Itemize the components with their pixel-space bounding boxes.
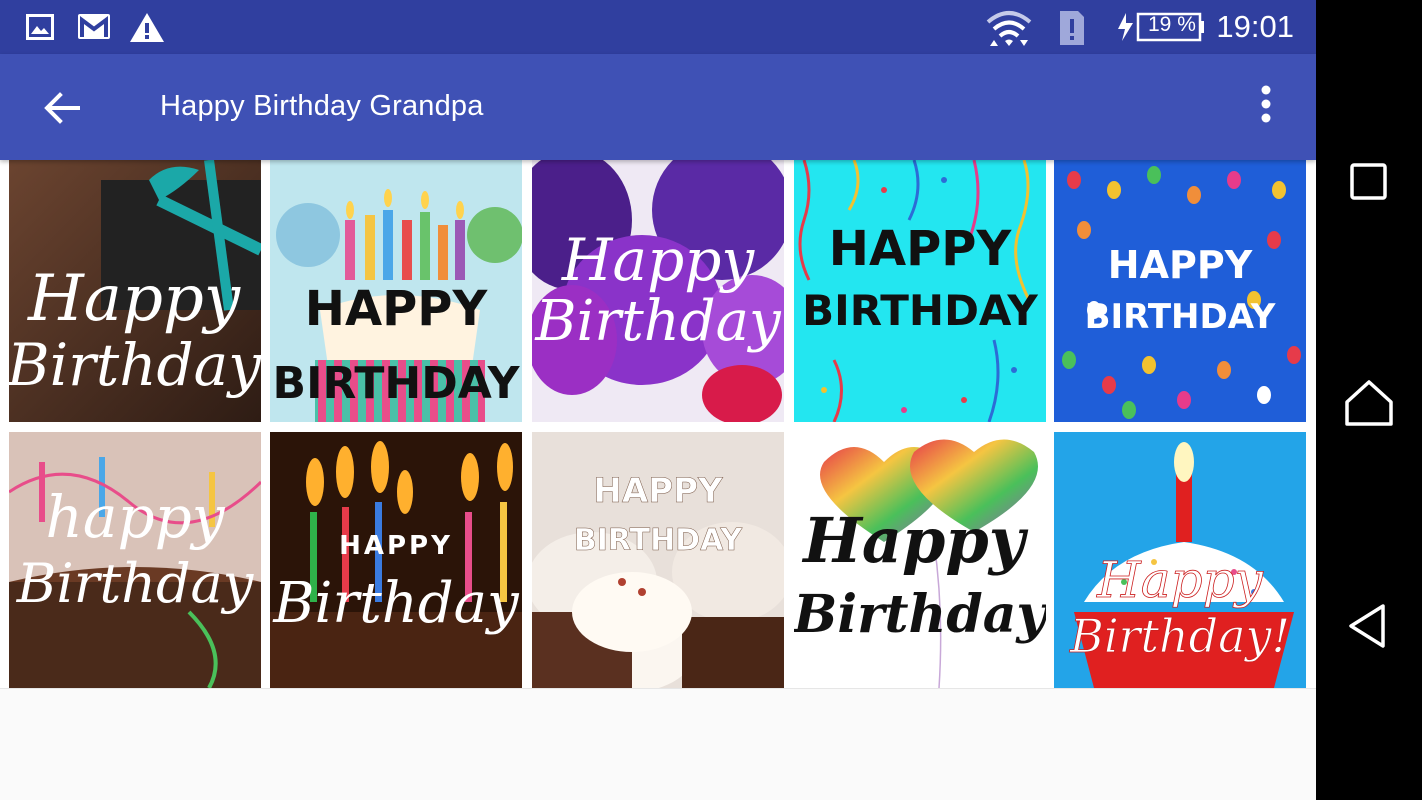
card-text-line1: HAPPY (1108, 243, 1253, 287)
card-text-line1: HAPPY (339, 531, 453, 561)
card-image: HAPPY BIRTHDAY (794, 160, 1046, 422)
home-button[interactable] (1341, 376, 1397, 432)
wifi-icon (986, 11, 1032, 46)
card-image-tile[interactable]: HAPPY BIRTHDAY (794, 160, 1046, 422)
more-vert-icon[interactable] (1252, 84, 1282, 130)
card-text-line2: Birthday! (1069, 609, 1290, 663)
status-bar: 19 % 19:01 (0, 0, 1316, 54)
back-button[interactable] (1341, 598, 1397, 654)
card-image-tile[interactable]: Happy Birthday (532, 160, 784, 422)
image-icon (26, 14, 54, 40)
recents-button[interactable] (1341, 154, 1397, 210)
card-image: HAPPY Birthday (270, 432, 522, 688)
card-text-line2: Birthday (794, 584, 1046, 645)
card-image: Happy Birthday (9, 160, 261, 422)
card-image-tile[interactable]: happy Birthday (9, 432, 261, 688)
card-text-line1: Happy (27, 262, 241, 336)
card-image: happy Birthday (9, 432, 261, 688)
card-text-line2: BIRTHDAY (574, 523, 744, 558)
card-image-tile[interactable]: HAPPY BIRTHDAY (532, 432, 784, 688)
arrow-back-icon[interactable] (40, 86, 84, 130)
gmail-icon (78, 14, 110, 39)
card-text-line1: HAPPY (593, 471, 723, 511)
card-image: Happy Birthday! (1054, 432, 1306, 688)
page-title: Happy Birthday Grandpa (160, 90, 484, 122)
image-grid: Happy Birthday HAPPY BIRTHDAY Happy Birt… (0, 160, 1316, 688)
card-image: HAPPY BIRTHDAY (532, 432, 784, 688)
clock: 19:01 (1216, 9, 1294, 44)
app-bar: Happy Birthday Grandpa (0, 54, 1316, 160)
card-image: Happy Birthday (794, 432, 1046, 688)
card-image-tile[interactable]: HAPPY BIRTHDAY (270, 160, 522, 422)
card-image: Happy Birthday (532, 160, 784, 422)
warning-icon (130, 13, 164, 42)
card-text-line1: happy (46, 483, 226, 551)
card-text-line2: BIRTHDAY (1085, 297, 1276, 337)
card-image-tile[interactable]: Happy Birthday (794, 432, 1046, 688)
card-image-tile[interactable]: HAPPY BIRTHDAY (1054, 160, 1306, 422)
card-text-line1: Happy (561, 226, 755, 294)
card-image-tile[interactable]: Happy Birthday (9, 160, 261, 422)
card-image-tile[interactable]: Happy Birthday! (1054, 432, 1306, 688)
card-text-line2: Birthday (16, 552, 255, 615)
card-text-line2: BIRTHDAY (273, 358, 521, 409)
card-text-line2: BIRTHDAY (802, 286, 1038, 335)
card-image: HAPPY BIRTHDAY (270, 160, 522, 422)
card-text-line2: Birthday (272, 571, 520, 636)
card-text-line1: Happy (801, 504, 1028, 577)
card-image-tile[interactable]: HAPPY Birthday (270, 432, 522, 688)
grid-bottom-divider (0, 688, 1316, 689)
system-nav-bar (1316, 0, 1422, 800)
card-text-line1: HAPPY (829, 221, 1013, 277)
card-text-line1: HAPPY (305, 281, 489, 337)
card-text-line2: Birthday (9, 331, 261, 399)
card-image: HAPPY BIRTHDAY (1054, 160, 1306, 422)
card-text-line2: Birthday (534, 289, 782, 354)
card-text-line1: Happy (1096, 551, 1263, 609)
sim-alert-icon (1060, 11, 1084, 45)
battery-percent: 19 % (1148, 13, 1196, 36)
